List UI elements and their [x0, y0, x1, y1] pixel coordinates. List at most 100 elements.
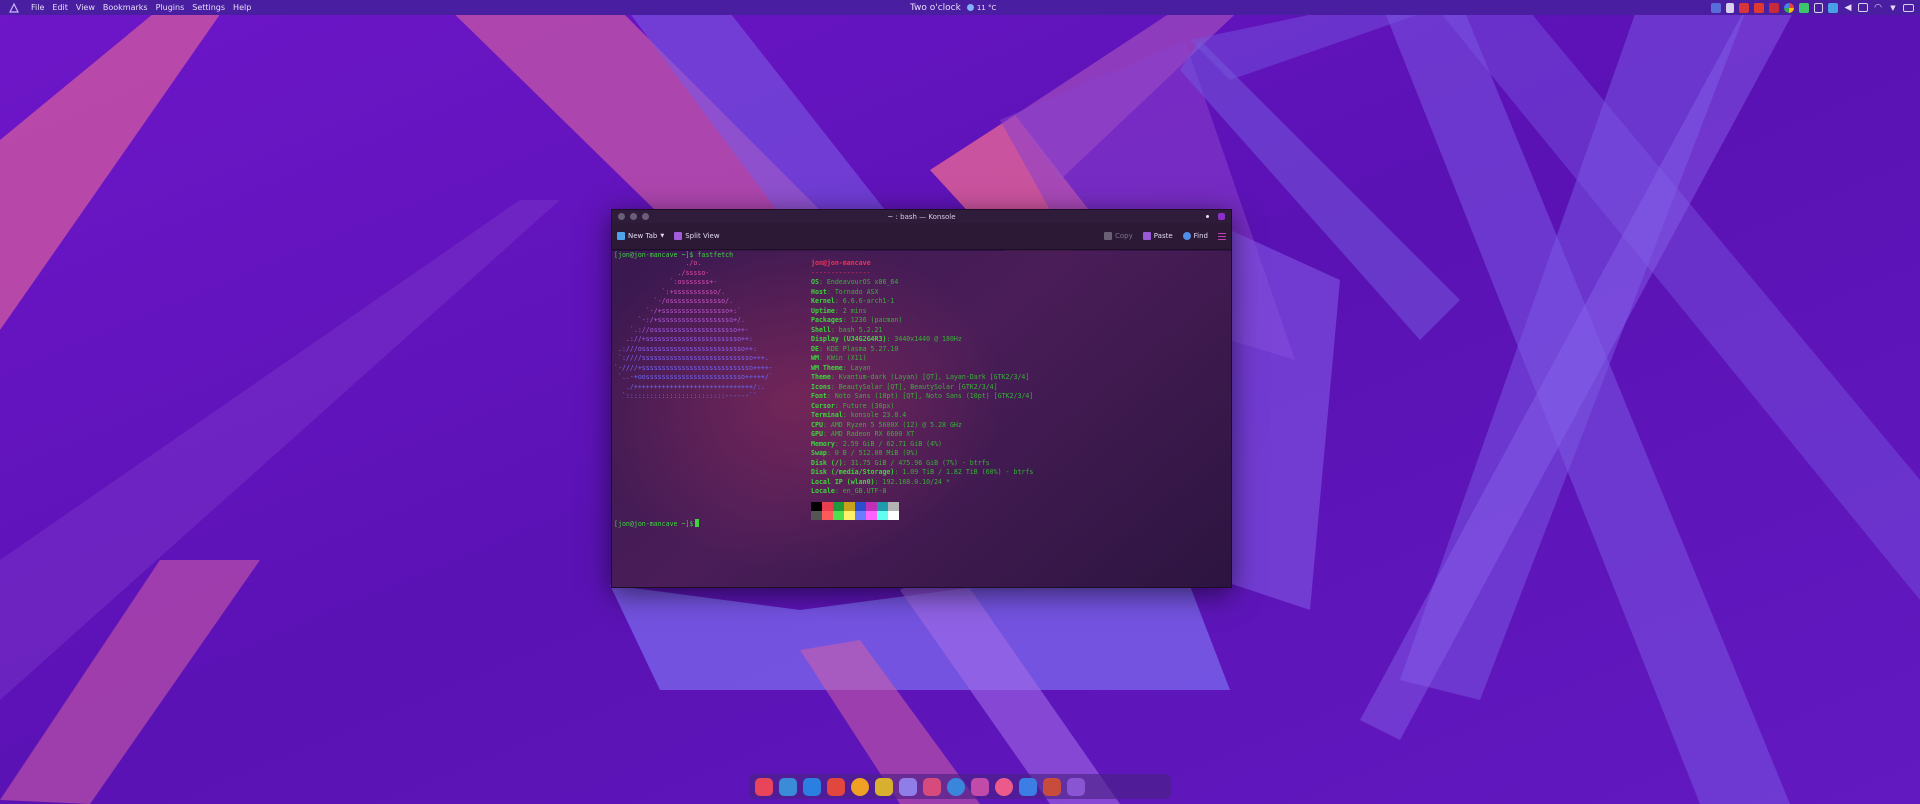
- dock-app-icon[interactable]: [1019, 777, 1037, 796]
- chevron-down-icon[interactable]: ▼: [1888, 3, 1898, 13]
- menu-edit[interactable]: Edit: [48, 3, 72, 12]
- terminal-command: fastfetch: [697, 251, 734, 259]
- dock-app-icon[interactable]: [851, 777, 869, 796]
- weather-widget[interactable]: 11 °C: [966, 3, 997, 12]
- clock-text: Two o'clock: [910, 2, 961, 13]
- info-row: Display (U34G2G4R3): 3440x1440 @ 180Hz: [811, 335, 1033, 345]
- info-key: CPU: [811, 420, 823, 429]
- system-tray: ◀ ◠ ▼: [1711, 2, 1914, 13]
- menu-view[interactable]: View: [72, 3, 99, 12]
- chevron-down-icon: ▼: [660, 233, 665, 239]
- plasma-launcher-icon[interactable]: [5, 2, 23, 13]
- dock-app-icon[interactable]: [923, 777, 941, 796]
- vpn-icon[interactable]: [1828, 2, 1838, 13]
- ascii-logo-line: .:///ossssssssssssssssssssssssso++:: [614, 344, 757, 353]
- tray-app-red-2-icon[interactable]: [1754, 2, 1764, 13]
- palette-swatch: [811, 502, 822, 511]
- ascii-logo-line: `-/+sssssssssssssssso+:`: [614, 306, 742, 315]
- info-key: Disk (/): [811, 458, 843, 467]
- terminal-prompt-line: [jon@jon-mancave ~]$: [614, 519, 700, 530]
- info-row: OS: EndeavourOS x86_64: [811, 278, 1033, 288]
- ascii-logo-line: `-:/+sssssssssssssssssso+/.: [614, 316, 746, 324]
- menu-file[interactable]: File: [27, 3, 48, 12]
- paste-label: Paste: [1153, 232, 1173, 240]
- tray-app-red-1-icon[interactable]: [1739, 2, 1749, 13]
- info-row: WM Theme: Layan: [811, 364, 1033, 374]
- info-key: Packages: [811, 316, 843, 324]
- palette-swatch: [833, 511, 844, 520]
- wifi-icon[interactable]: ◠: [1873, 3, 1883, 13]
- clock-widget[interactable]: Two o'clock 11 °C: [910, 0, 996, 15]
- info-row: Theme: Kvantum-dark (Layan) [QT], Layan-…: [811, 373, 1033, 383]
- dock-app-icon[interactable]: [803, 777, 821, 796]
- info-row: Icons: BeautySolar [QT], BeautySolar [GT…: [811, 383, 1033, 393]
- terminal-area[interactable]: [jon@jon-mancave ~]$ fastfetch ./o. ./ss…: [612, 251, 1231, 587]
- dock-app-icon[interactable]: [779, 777, 797, 796]
- clipboard-icon[interactable]: [1814, 2, 1823, 13]
- dock-app-icon[interactable]: [755, 777, 773, 796]
- network-icon[interactable]: [1858, 3, 1868, 12]
- tray-app-red-3-icon[interactable]: [1769, 2, 1779, 13]
- palette-swatch: [877, 511, 888, 520]
- ascii-logo-line: `:////ssssssssssssssssssssssssssso+++.: [614, 354, 769, 362]
- palette-swatch: [888, 511, 899, 520]
- top-panel: File Edit View Bookmarks Plugins Setting…: [0, 0, 1920, 15]
- konsole-window[interactable]: ~ : bash — Konsole New Tab ▼ Split View …: [611, 209, 1232, 588]
- info-row: Cursor: Future (30px): [811, 402, 1033, 412]
- copy-icon: [1103, 232, 1112, 240]
- new-tab-button[interactable]: New Tab ▼: [612, 232, 669, 240]
- dock-app-icon[interactable]: [827, 777, 845, 796]
- info-key: Display (U34G2G4R3): [811, 335, 887, 343]
- window-app-icon[interactable]: [1218, 213, 1225, 220]
- copy-button[interactable]: Copy: [1099, 232, 1138, 240]
- palette-swatch: [811, 511, 822, 520]
- find-button[interactable]: Find: [1178, 232, 1213, 240]
- ascii-logo-line: .://+ssssssssssssssssssssssso++:: [614, 335, 753, 343]
- info-row: Packages: 1236 (pacman): [811, 316, 1033, 326]
- dock-app-icon[interactable]: [971, 777, 989, 796]
- menu-help[interactable]: Help: [229, 3, 255, 12]
- info-row: Shell: bash 5.2.21: [811, 326, 1033, 336]
- volume-icon[interactable]: ◀: [1843, 3, 1853, 13]
- dock-app-icon[interactable]: [899, 777, 917, 796]
- ascii-logo-line: `..-+oosssssssssssssssssssssssso+++++/`: [614, 373, 773, 381]
- google-icon[interactable]: [1784, 2, 1794, 13]
- dock-app-icon[interactable]: [875, 777, 893, 796]
- weather-temp: 11 °C: [976, 3, 997, 12]
- window-pin-icon[interactable]: [1206, 215, 1209, 218]
- info-row: Host: Tornado ASX: [811, 288, 1033, 298]
- ascii-logo-line: ./sssso-: [614, 268, 710, 277]
- ascii-logo-line: `-////+ssssssssssssssssssssssssssso++++-: [614, 363, 773, 372]
- find-label: Find: [1193, 232, 1208, 240]
- split-view-button[interactable]: Split View: [669, 232, 724, 240]
- window-minimize-icon[interactable]: [630, 213, 637, 220]
- info-value: : AMD Radeon RX 6600 XT: [822, 430, 915, 438]
- hamburger-menu-button[interactable]: [1213, 232, 1231, 240]
- dock-app-icon[interactable]: [995, 777, 1013, 796]
- info-value: : AMD Ryzen 5 5600X (12) @ 5.28 GHz: [822, 420, 962, 429]
- dock-app-icon[interactable]: [947, 777, 965, 796]
- info-row: Locale: en_GB.UTF-8: [811, 487, 1033, 497]
- info-key: Theme: [811, 373, 831, 381]
- tray-app-green-icon[interactable]: [1799, 2, 1809, 13]
- battery-icon[interactable]: [1903, 3, 1914, 12]
- bell-icon[interactable]: [1726, 2, 1734, 13]
- copy-label: Copy: [1114, 232, 1133, 240]
- window-titlebar[interactable]: ~ : bash — Konsole: [612, 210, 1231, 223]
- menu-settings[interactable]: Settings: [188, 3, 229, 12]
- info-row: GPU: AMD Radeon RX 6600 XT: [811, 430, 1033, 440]
- info-value: : Kvantum-dark (Layan) [QT], Layan-Dark …: [830, 373, 1030, 381]
- info-value: : Noto Sans (10pt) [QT], Noto Sans (10pt…: [826, 392, 1034, 400]
- paste-button[interactable]: Paste: [1138, 232, 1178, 240]
- info-value: : 0 B / 512.00 MiB (0%): [826, 449, 919, 457]
- info-row: Disk (/media/Storage): 1.09 TiB / 1.82 T…: [811, 468, 1033, 478]
- menu-bookmarks[interactable]: Bookmarks: [99, 3, 152, 12]
- dock-app-icon[interactable]: [1067, 777, 1085, 796]
- display-icon[interactable]: [1711, 2, 1721, 13]
- info-row: Swap: 0 B / 512.00 MiB (0%): [811, 449, 1033, 459]
- window-close-icon[interactable]: [618, 213, 625, 220]
- info-row: Font: Noto Sans (10pt) [QT], Noto Sans (…: [811, 392, 1033, 402]
- window-maximize-icon[interactable]: [642, 213, 649, 220]
- dock-app-icon[interactable]: [1043, 777, 1061, 796]
- menu-plugins[interactable]: Plugins: [152, 3, 189, 12]
